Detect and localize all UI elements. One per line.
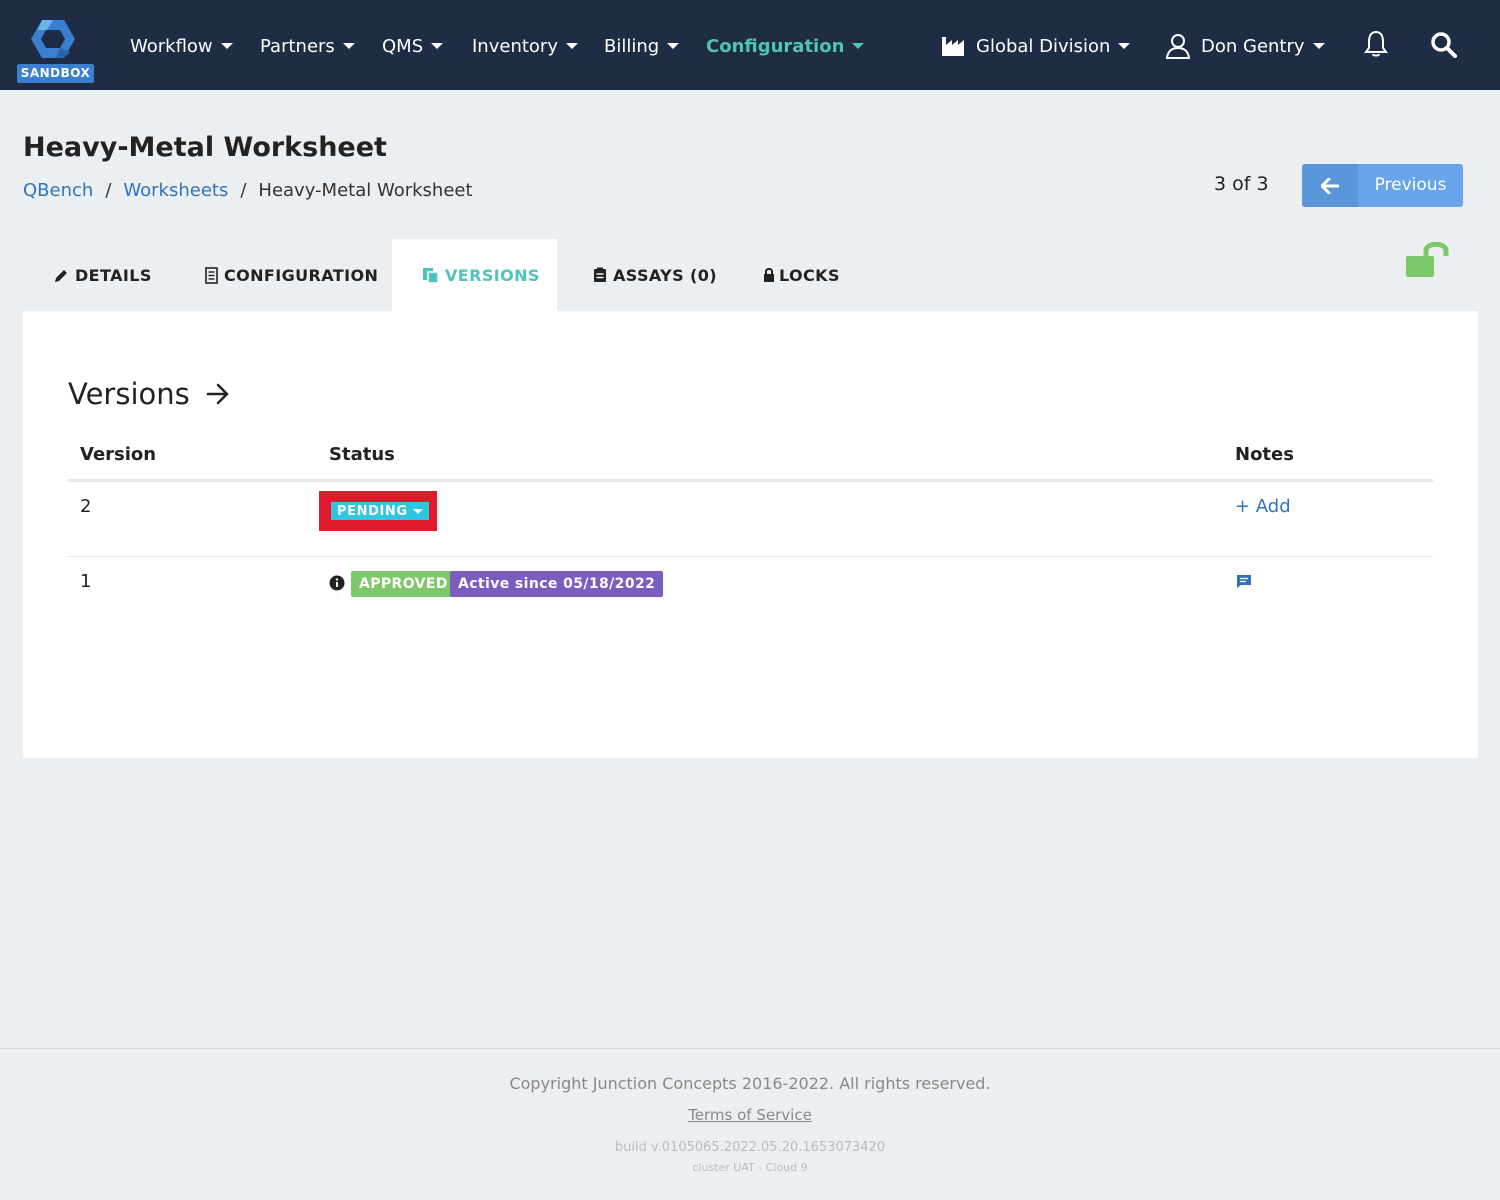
- caret-down-icon: [431, 43, 444, 49]
- user-menu[interactable]: Don Gentry: [1165, 33, 1325, 59]
- bell-icon[interactable]: [1364, 30, 1388, 62]
- status-pending-label: PENDING: [337, 503, 408, 519]
- user-name: Don Gentry: [1201, 35, 1305, 57]
- nav-qms[interactable]: QMS: [382, 33, 444, 59]
- breadcrumb-qbench[interactable]: QBench: [23, 180, 93, 201]
- nav-workflow[interactable]: Workflow: [130, 33, 233, 59]
- nav-partners[interactable]: Partners: [260, 33, 355, 59]
- arrow-left-icon: [1302, 164, 1358, 207]
- tab-bar: DETAILS CONFIGURATION VERSIONS ASSAYS (0…: [23, 239, 1478, 311]
- caret-down-icon: [852, 43, 865, 49]
- tab-configuration-label: CONFIGURATION: [224, 265, 379, 285]
- nav-configuration[interactable]: Configuration: [706, 33, 865, 59]
- breadcrumb-separator: /: [105, 180, 112, 201]
- nav-inventory[interactable]: Inventory: [472, 33, 578, 59]
- caret-down-icon: [342, 43, 355, 49]
- caret-down-icon: [412, 508, 423, 514]
- factory-icon: [941, 35, 966, 57]
- footer-cluster: cluster UAT - Cloud 9: [692, 1161, 808, 1174]
- document-icon: [205, 266, 218, 284]
- top-navbar: SANDBOX Workflow Partners QMS Inventory …: [0, 0, 1500, 90]
- pending-status-highlight: PENDING: [319, 491, 437, 531]
- breadcrumb-worksheets[interactable]: Worksheets: [123, 180, 228, 201]
- nav-qms-label: QMS: [382, 35, 424, 57]
- tab-assays[interactable]: ASSAYS (0): [593, 239, 717, 311]
- status-badge-approved: APPROVED: [351, 571, 456, 597]
- nav-workflow-label: Workflow: [130, 35, 213, 57]
- tab-details[interactable]: DETAILS: [54, 239, 152, 311]
- breadcrumb-current: Heavy-Metal Worksheet: [258, 180, 473, 201]
- footer-build: build v.0105065.2022.05.20.1653073420: [614, 1140, 886, 1155]
- caret-down-icon: [1312, 43, 1325, 49]
- caret-down-icon: [1118, 43, 1131, 49]
- caret-down-icon: [565, 43, 578, 49]
- caret-down-icon: [667, 43, 680, 49]
- table-header-divider: [68, 479, 1433, 482]
- column-header-version: Version: [80, 444, 157, 465]
- version-number: 2: [80, 496, 92, 517]
- user-icon: [1165, 33, 1191, 59]
- column-header-notes: Notes: [1235, 444, 1294, 465]
- versions-heading: Versions: [68, 377, 230, 411]
- tab-configuration[interactable]: CONFIGURATION: [205, 239, 378, 311]
- unlock-icon[interactable]: [1404, 241, 1450, 282]
- logo-icon: [31, 20, 75, 58]
- tab-versions[interactable]: VERSIONS: [392, 239, 557, 311]
- nav-billing-label: Billing: [604, 35, 660, 57]
- versions-panel: Versions Version Status Notes 2 PENDING …: [23, 311, 1478, 758]
- breadcrumb: QBench / Worksheets / Heavy-Metal Worksheet: [23, 180, 473, 201]
- pager-count: 3 of 3: [1214, 173, 1269, 195]
- active-since-badge: Active since 05/18/2022: [450, 571, 664, 597]
- division-selector[interactable]: Global Division: [941, 33, 1131, 59]
- tab-locks-label: LOCKS: [779, 265, 840, 285]
- previous-button[interactable]: Previous: [1302, 164, 1463, 207]
- tab-assays-label: ASSAYS (0): [613, 265, 717, 285]
- nav-billing[interactable]: Billing: [604, 33, 680, 59]
- footer-copyright: Copyright Junction Concepts 2016-2022. A…: [509, 1074, 991, 1093]
- status-dropdown-pending[interactable]: PENDING: [331, 502, 429, 520]
- qbench-logo[interactable]: SANDBOX: [17, 18, 95, 84]
- caret-down-icon: [220, 43, 233, 49]
- copy-icon: [422, 267, 439, 284]
- lock-icon: [763, 267, 775, 283]
- add-note-link[interactable]: + Add: [1235, 496, 1291, 517]
- nav-configuration-label: Configuration: [706, 35, 845, 57]
- page-title: Heavy-Metal Worksheet: [23, 132, 387, 163]
- clipboard-icon: [593, 267, 607, 283]
- previous-label: Previous: [1374, 175, 1447, 195]
- tab-locks[interactable]: LOCKS: [763, 239, 840, 311]
- arrow-right-icon[interactable]: [206, 383, 230, 405]
- terms-of-service-link[interactable]: Terms of Service: [688, 1106, 812, 1124]
- search-icon[interactable]: [1431, 32, 1457, 62]
- nav-partners-label: Partners: [260, 35, 335, 57]
- footer-divider: [0, 1048, 1500, 1049]
- row-divider: [68, 556, 1433, 557]
- info-icon[interactable]: [329, 575, 345, 595]
- versions-title: Versions: [68, 377, 190, 411]
- tab-details-label: DETAILS: [75, 265, 152, 285]
- column-header-status: Status: [329, 444, 395, 465]
- pencil-icon: [54, 268, 69, 283]
- version-number: 1: [80, 571, 92, 592]
- tab-versions-label: VERSIONS: [445, 265, 540, 285]
- comment-icon[interactable]: [1236, 574, 1252, 593]
- sandbox-badge: SANDBOX: [17, 64, 94, 83]
- footer-terms: Terms of Service: [0, 1106, 1500, 1124]
- nav-inventory-label: Inventory: [472, 35, 558, 57]
- division-label: Global Division: [976, 35, 1111, 57]
- breadcrumb-separator: /: [240, 180, 247, 201]
